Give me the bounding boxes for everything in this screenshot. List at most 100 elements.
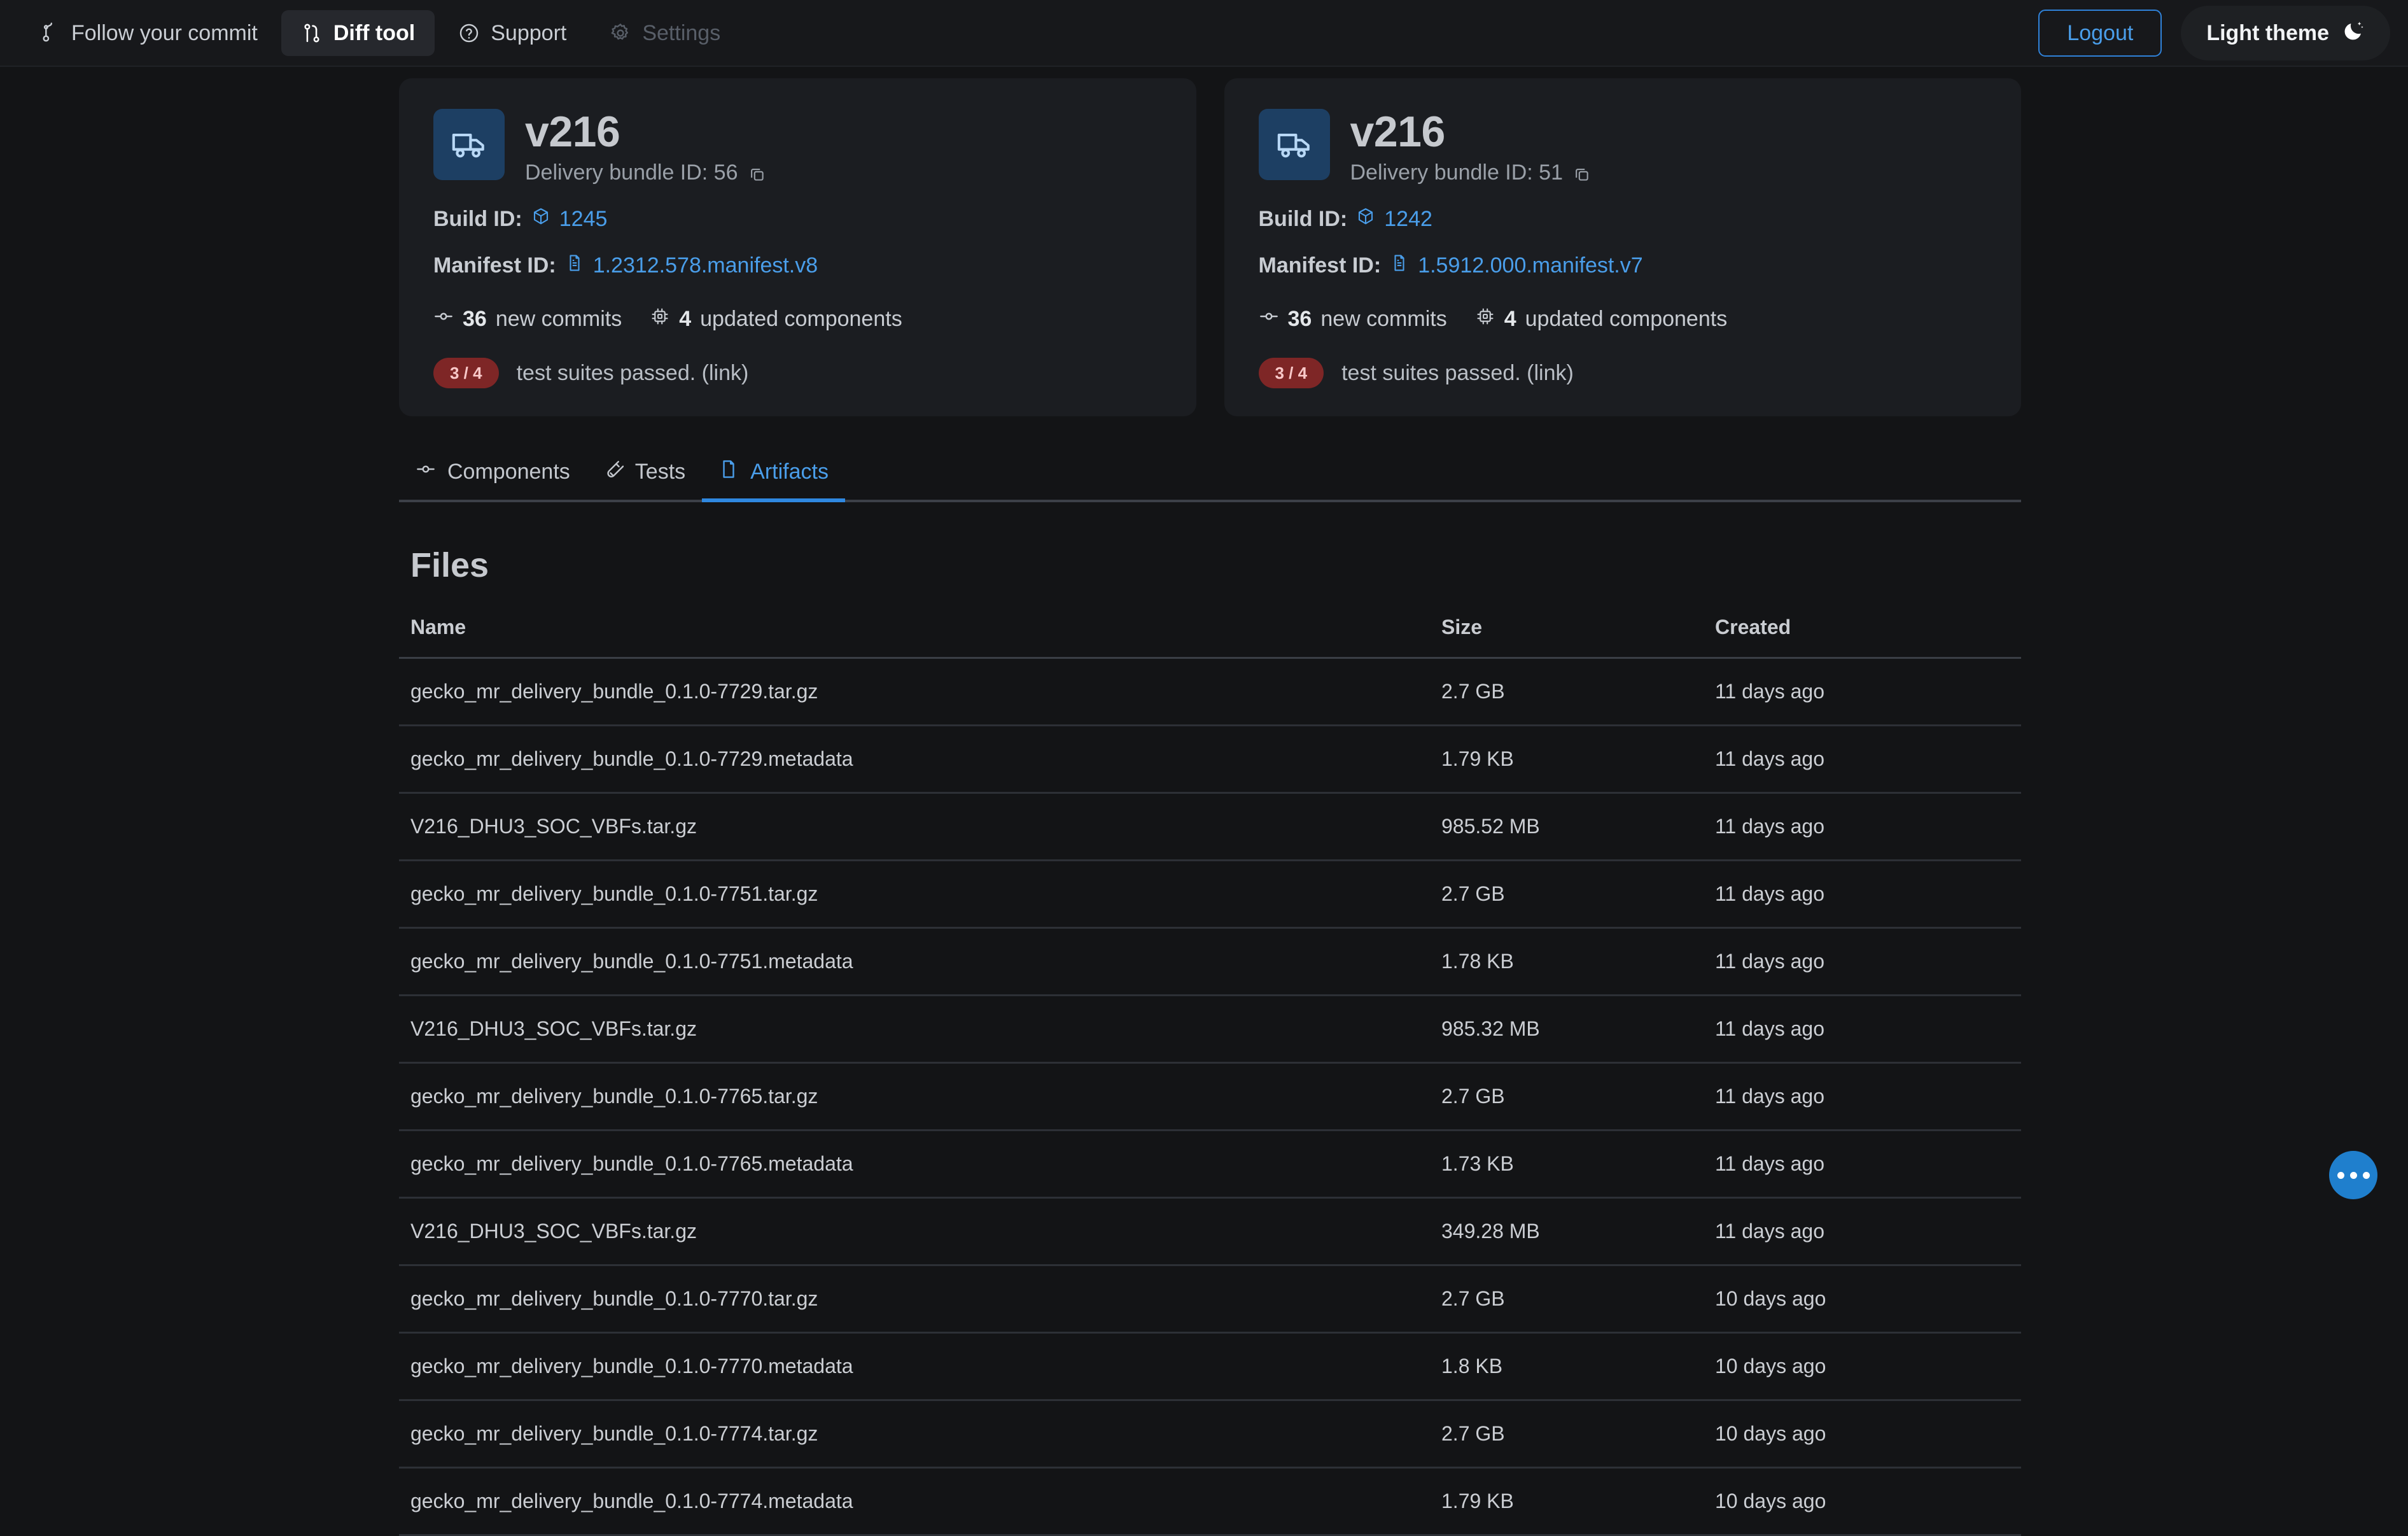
updated-components-label: updated components — [700, 307, 902, 332]
updated-components-stat: 4 updated components — [650, 306, 902, 332]
manifest-id-link[interactable]: 1.5912.000.manifest.v7 — [1390, 253, 1643, 278]
table-row[interactable]: gecko_mr_delivery_bundle_0.1.0-7729.meta… — [399, 725, 2021, 794]
column-header-size[interactable]: Size — [1430, 616, 1704, 659]
file-created-cell: 11 days ago — [1704, 927, 2021, 997]
build-id-link[interactable]: 1242 — [1356, 207, 1432, 232]
page-body: v216 Delivery bundle ID: 56 Build ID: 12… — [0, 67, 2408, 1536]
theme-toggle-label: Light theme — [2206, 20, 2329, 45]
column-header-name[interactable]: Name — [399, 616, 1430, 659]
file-size-cell: 2.7 GB — [1430, 1400, 1704, 1469]
cpu-icon — [650, 306, 670, 332]
manifest-id-label: Manifest ID: — [433, 253, 556, 278]
test-tube-icon — [603, 459, 624, 485]
logout-button[interactable]: Logout — [2038, 9, 2162, 57]
bundle-card-titleblock: v216 Delivery bundle ID: 56 — [525, 109, 766, 185]
nav-item-settings[interactable]: Settings — [590, 10, 740, 56]
bundle-card-header: v216 Delivery bundle ID: 51 — [1258, 108, 1987, 185]
manifest-id-row: Manifest ID: 1.2312.578.manifest.v8 — [433, 253, 1162, 278]
more-options-fab[interactable] — [2329, 1151, 2377, 1199]
manifest-id-link[interactable]: 1.2312.578.manifest.v8 — [565, 253, 818, 278]
build-id-label: Build ID: — [1258, 207, 1348, 232]
table-row[interactable]: gecko_mr_delivery_bundle_0.1.0-7774.tar.… — [399, 1400, 2021, 1469]
file-size-cell: 1.73 KB — [1430, 1130, 1704, 1199]
git-branch-icon — [39, 22, 60, 44]
gear-icon — [610, 22, 631, 44]
file-created-cell: 11 days ago — [1704, 1062, 2021, 1132]
build-id-row: Build ID: 1242 — [1259, 207, 1987, 232]
file-name-cell: gecko_mr_delivery_bundle_0.1.0-7729.meta… — [399, 725, 1430, 794]
table-row[interactable]: gecko_mr_delivery_bundle_0.1.0-7765.tar.… — [399, 1062, 2021, 1132]
file-name-cell: gecko_mr_delivery_bundle_0.1.0-7770.tar.… — [399, 1265, 1430, 1334]
file-size-cell: 2.7 GB — [1430, 860, 1704, 929]
files-heading: Files — [410, 546, 489, 585]
table-row[interactable]: V216_DHU3_SOC_VBFs.tar.gz 985.52 MB 11 day… — [399, 793, 2021, 862]
build-id-link[interactable]: 1245 — [531, 207, 608, 232]
tab-label: Components — [447, 460, 570, 484]
test-suites-text[interactable]: test suites passed. (link) — [1341, 361, 1574, 386]
manifest-id-value: 1.5912.000.manifest.v7 — [1418, 253, 1643, 278]
truck-icon — [433, 109, 505, 180]
file-size-cell: 1.78 KB — [1430, 927, 1704, 997]
truck-icon — [1258, 109, 1330, 180]
file-icon — [718, 459, 739, 485]
tab-tests[interactable]: Tests — [587, 446, 702, 502]
file-size-cell: 2.7 GB — [1430, 1265, 1704, 1334]
updated-components-count: 4 — [679, 307, 692, 332]
build-id-value: 1245 — [559, 207, 608, 232]
file-size-cell: 985.32 MB — [1430, 995, 1704, 1064]
table-row[interactable]: gecko_mr_delivery_bundle_0.1.0-7729.tar.… — [399, 658, 2021, 727]
file-name-cell: gecko_mr_delivery_bundle_0.1.0-7751.meta… — [399, 927, 1430, 997]
table-row[interactable]: gecko_mr_delivery_bundle_0.1.0-7765.meta… — [399, 1130, 2021, 1199]
commit-icon — [416, 459, 436, 485]
nav-item-diff-tool[interactable]: Diff tool — [281, 10, 435, 56]
file-created-cell: 11 days ago — [1704, 658, 2021, 727]
table-row[interactable]: gecko_mr_delivery_bundle_0.1.0-7751.tar.… — [399, 860, 2021, 929]
file-name-cell: gecko_mr_delivery_bundle_0.1.0-7751.tar.… — [399, 860, 1430, 929]
nav-items: Follow your commit Diff tool Support Set… — [19, 10, 740, 56]
files-table-header-row: Name Size Created — [399, 616, 2021, 659]
file-created-cell: 10 days ago — [1704, 1467, 2021, 1536]
file-size-cell: 2.7 GB — [1430, 658, 1704, 727]
table-row[interactable]: gecko_mr_delivery_bundle_0.1.0-7770.tar.… — [399, 1265, 2021, 1334]
file-icon — [1390, 253, 1409, 278]
nav-item-label: Diff tool — [333, 20, 416, 45]
column-header-created[interactable]: Created — [1704, 616, 2021, 659]
table-row[interactable]: gecko_mr_delivery_bundle_0.1.0-7770.meta… — [399, 1332, 2021, 1402]
file-size-cell: 349.28 MB — [1430, 1197, 1704, 1267]
nav-item-label: Settings — [642, 20, 721, 45]
table-row[interactable]: gecko_mr_delivery_bundle_0.1.0-7751.meta… — [399, 927, 2021, 997]
git-compare-icon — [301, 22, 323, 44]
file-size-cell: 2.7 GB — [1430, 1062, 1704, 1132]
package-icon — [531, 207, 550, 232]
copy-icon[interactable] — [1573, 164, 1591, 182]
ellipsis-icon — [2349, 1171, 2357, 1179]
copy-icon[interactable] — [748, 164, 766, 182]
build-id-value: 1242 — [1384, 207, 1432, 232]
file-size-cell: 1.79 KB — [1430, 1467, 1704, 1536]
moon-icon — [2342, 20, 2365, 46]
nav-item-label: Follow your commit — [71, 20, 258, 45]
bundle-version-title: v216 — [1350, 108, 1446, 156]
bundle-card-right: v216 Delivery bundle ID: 51 Build ID: 12… — [1224, 78, 2021, 417]
test-suites-text[interactable]: test suites passed. (link) — [517, 361, 749, 386]
nav-item-support[interactable]: Support — [438, 10, 586, 56]
tab-artifacts[interactable]: Artifacts — [702, 446, 845, 503]
theme-toggle-button[interactable]: Light theme — [2181, 5, 2390, 60]
file-name-cell: V216_DHU3_SOC_VBFs.tar.gz — [399, 1197, 1430, 1267]
cpu-icon — [1475, 306, 1495, 332]
bundle-card-left: v216 Delivery bundle ID: 56 Build ID: 12… — [399, 78, 1196, 417]
file-created-cell: 10 days ago — [1704, 1332, 2021, 1402]
commit-icon — [433, 306, 454, 332]
delivery-bundle-id: Delivery bundle ID: 56 — [525, 160, 766, 185]
files-table-body: gecko_mr_delivery_bundle_0.1.0-7729.tar.… — [399, 658, 2021, 1536]
file-created-cell: 11 days ago — [1704, 725, 2021, 794]
table-row[interactable]: gecko_mr_delivery_bundle_0.1.0-7774.meta… — [399, 1467, 2021, 1536]
nav-item-follow-your-commit[interactable]: Follow your commit — [19, 10, 277, 56]
table-row[interactable]: V216_DHU3_SOC_VBFs.tar.gz 349.28 MB 11 day… — [399, 1197, 2021, 1267]
build-id-label: Build ID: — [433, 207, 522, 232]
bundle-card-header: v216 Delivery bundle ID: 56 — [433, 109, 1162, 185]
tab-components[interactable]: Components — [399, 446, 587, 502]
file-icon — [565, 253, 584, 278]
table-row[interactable]: V216_DHU3_SOC_VBFs.tar.gz 985.32 MB 11 day… — [399, 995, 2021, 1064]
file-created-cell: 11 days ago — [1704, 793, 2021, 862]
